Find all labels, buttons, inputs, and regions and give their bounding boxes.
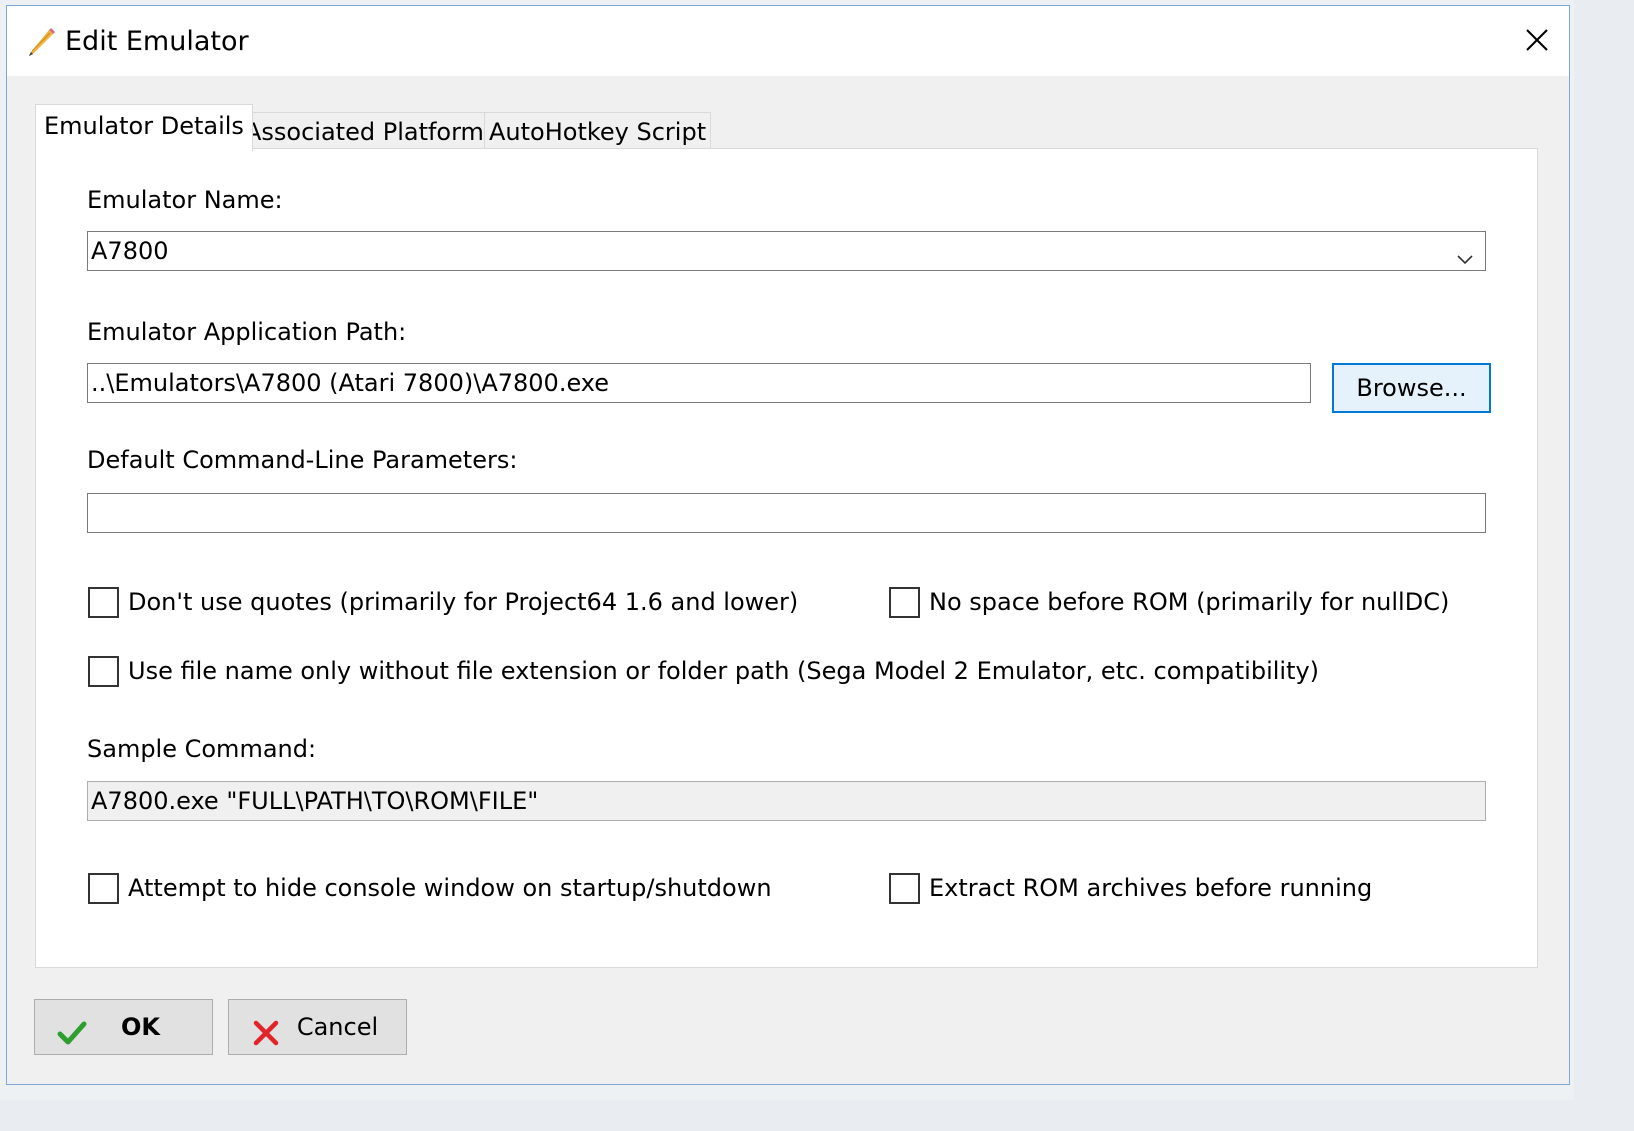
close-button[interactable] bbox=[1511, 16, 1563, 68]
background-window-bottom bbox=[0, 1100, 1634, 1131]
no-space-checkbox[interactable] bbox=[889, 587, 920, 618]
sample-command-field: A7800.exe "FULL\PATH\TO\ROM\FILE" bbox=[87, 781, 1486, 821]
params-input[interactable] bbox=[87, 493, 1486, 533]
extract-rom-label[interactable]: Extract ROM archives before running bbox=[929, 871, 1372, 905]
background-window bbox=[1574, 0, 1634, 1131]
app-path-label: Emulator Application Path: bbox=[87, 318, 407, 346]
tab-associated-platforms[interactable]: Associated Platforms bbox=[240, 112, 502, 150]
params-label: Default Command-Line Parameters: bbox=[87, 446, 518, 474]
app-path-input[interactable]: ..\Emulators\A7800 (Atari 7800)\A7800.ex… bbox=[87, 363, 1311, 403]
no-quotes-checkbox[interactable] bbox=[88, 587, 119, 618]
close-icon bbox=[1525, 28, 1549, 56]
ok-label: OK bbox=[121, 1013, 160, 1041]
title-bar: Edit Emulator bbox=[7, 6, 1569, 76]
tab-autohotkey-script[interactable]: AutoHotkey Script bbox=[484, 112, 712, 150]
hide-console-label[interactable]: Attempt to hide console window on startu… bbox=[128, 871, 772, 905]
hide-console-checkbox[interactable] bbox=[88, 873, 119, 904]
cancel-button[interactable]: Cancel bbox=[228, 999, 407, 1055]
no-quotes-label[interactable]: Don't use quotes (primarily for Project6… bbox=[128, 585, 798, 619]
browse-button[interactable]: Browse... bbox=[1332, 363, 1491, 413]
ok-button[interactable]: OK bbox=[34, 999, 213, 1055]
emulator-name-label: Emulator Name: bbox=[87, 186, 283, 214]
file-name-only-checkbox[interactable] bbox=[88, 656, 119, 687]
file-name-only-label[interactable]: Use file name only without file extensio… bbox=[128, 654, 1319, 688]
window-title: Edit Emulator bbox=[65, 26, 249, 57]
emulator-name-combobox[interactable]: A7800 bbox=[87, 231, 1486, 271]
tab-emulator-details[interactable]: Emulator Details bbox=[35, 104, 253, 151]
emulator-name-value: A7800 bbox=[91, 237, 169, 265]
no-space-label[interactable]: No space before ROM (primarily for nullD… bbox=[929, 585, 1449, 619]
emulator-details-panel: Emulator Name: A7800 Emulator Applicatio… bbox=[35, 148, 1538, 968]
extract-rom-checkbox[interactable] bbox=[889, 873, 920, 904]
chevron-down-icon[interactable] bbox=[1455, 242, 1475, 265]
sample-command-label: Sample Command: bbox=[87, 735, 317, 763]
pencil-icon bbox=[25, 24, 59, 58]
edit-emulator-dialog: Edit Emulator Emulator Details Associate… bbox=[6, 5, 1570, 1085]
cancel-label: Cancel bbox=[296, 1013, 379, 1041]
